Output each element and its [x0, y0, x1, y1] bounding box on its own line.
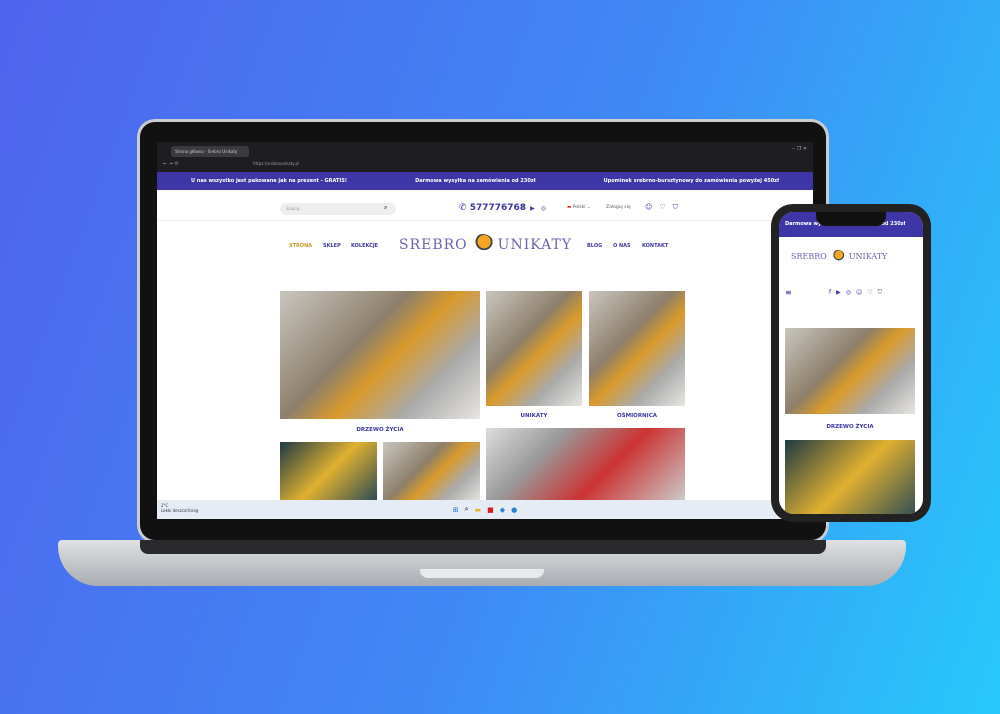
phone: Darmowa wysyłka na zamówienia od 230zł S…	[771, 204, 931, 522]
cart-icon[interactable]: ⛉	[673, 203, 678, 212]
collection-caption-unikaty[interactable]: UNIKATY	[486, 413, 582, 419]
phone-logo-right: UNIKATY	[848, 252, 888, 261]
folder-icon[interactable]: ▬	[475, 506, 482, 514]
weather-widget[interactable]: 2°C Lekki deszcz/śnieg	[161, 503, 198, 513]
phone-collection-caption[interactable]: DRZEWO ŻYCIA	[785, 424, 915, 430]
phone-collection-image[interactable]	[785, 328, 915, 414]
laptop-hinge	[140, 540, 826, 554]
phone-text: 577776768	[469, 203, 527, 213]
search-icon[interactable]: ⌕	[384, 204, 387, 212]
taskbar: ⊞ ⌕ ▬ ■ ◆ ●	[157, 500, 813, 519]
logo[interactable]: SREBRO UNIKATY	[399, 234, 572, 256]
collection-image-unikaty[interactable]	[486, 291, 582, 406]
nav-sklep[interactable]: SKLEP	[323, 243, 341, 249]
collection-image-osmiornica[interactable]	[589, 291, 685, 406]
promo-gift: U nas wszystko jest pakowane jak na prez…	[191, 178, 348, 184]
divider	[157, 220, 813, 221]
promo-shipping: Darmowa wysyłka na zamówienia od 230zł	[415, 178, 536, 184]
youtube-icon[interactable]: ▶	[530, 205, 535, 212]
phone-screen: Darmowa wysyłka na zamówienia od 230zł S…	[779, 212, 923, 514]
phone-notch	[816, 212, 886, 226]
browser-tab[interactable]: Strona główna - Srebro Unikaty	[171, 146, 249, 157]
nav-kontakt[interactable]: KONTAKT	[642, 243, 668, 249]
phone-collection-image-2[interactable]	[785, 440, 915, 514]
phone-number[interactable]: ✆ 577776768	[459, 203, 526, 213]
start-icon[interactable]: ⊞	[453, 506, 459, 514]
instagram-icon[interactable]: ◎	[846, 289, 851, 297]
promo-bar: U nas wszystko jest pakowane jak na prez…	[157, 172, 813, 190]
collection-image-drzewo[interactable]	[280, 291, 480, 419]
social-icons: f ▶ ◎	[522, 205, 546, 212]
phone-logo-left: SREBRO	[791, 252, 827, 261]
window-controls-icon[interactable]: ‒ ❐ ✕	[792, 146, 807, 152]
collection-image-5[interactable]	[383, 442, 480, 502]
facebook-icon[interactable]: f	[829, 289, 831, 297]
address-bar[interactable]: https://srebrounikaty.pl	[253, 161, 299, 166]
cart-icon[interactable]: ⛉	[878, 289, 883, 297]
nav-o-nas[interactable]: O NAS	[613, 243, 631, 249]
search-taskbar-icon[interactable]: ⌕	[465, 505, 469, 514]
logo-right: UNIKATY	[497, 237, 573, 253]
language-label: Polski	[572, 205, 586, 210]
collection-image-6[interactable]	[486, 428, 685, 502]
collection-caption-osmiornica[interactable]: OŚMIORNICA	[589, 413, 685, 419]
user-icon[interactable]: ☺	[645, 203, 652, 212]
youtube-icon[interactable]: ▶	[836, 289, 841, 297]
browser-icon[interactable]: ●	[511, 506, 517, 514]
logo-left: SREBRO	[399, 237, 468, 253]
promo-gift-amber: Upominek srebrno-bursztynowy do zamówien…	[603, 178, 779, 184]
facebook-icon[interactable]: f	[522, 205, 524, 212]
search-input[interactable]: Szukaj...	[280, 203, 396, 215]
nav-blog[interactable]: BLOG	[587, 243, 602, 249]
collection-image-4[interactable]	[280, 442, 377, 502]
hamburger-menu-icon[interactable]: ≡	[785, 288, 792, 297]
language-select[interactable]: ▬ Polski ⌄	[567, 205, 591, 210]
laptop-notch	[420, 569, 544, 578]
app-icon[interactable]: ■	[487, 506, 494, 514]
phone-icons: f ▶ ◎ ☺ ♡ ⛉	[829, 289, 882, 297]
octopus-logo-icon	[471, 234, 494, 256]
login-link[interactable]: Zaloguj się	[606, 205, 631, 210]
nav-strona[interactable]: STRONA	[289, 243, 312, 249]
user-icons: ☺ ♡ ⛉	[645, 203, 678, 212]
nav-arrows-icon[interactable]: ← → ⟳	[163, 161, 179, 167]
laptop-screen: Strona główna - Srebro Unikaty ← → ⟳ htt…	[157, 142, 813, 519]
instagram-icon[interactable]: ◎	[541, 205, 546, 212]
phone-logo[interactable]: SREBRO UNIKATY	[791, 250, 887, 264]
nav-kolekcje[interactable]: KOLEKCJE	[351, 243, 378, 249]
browser-chrome: Strona główna - Srebro Unikaty ← → ⟳ htt…	[157, 142, 813, 172]
collection-caption-drzewo[interactable]: DRZEWO ŻYCIA	[280, 427, 480, 433]
user-icon[interactable]: ☺	[856, 289, 862, 297]
wishlist-icon[interactable]: ♡	[659, 203, 665, 212]
wishlist-icon[interactable]: ♡	[867, 289, 872, 297]
weather-text: Lekki deszcz/śnieg	[161, 508, 199, 513]
vscode-icon[interactable]: ◆	[500, 506, 505, 514]
phone-octopus-icon	[830, 250, 845, 264]
